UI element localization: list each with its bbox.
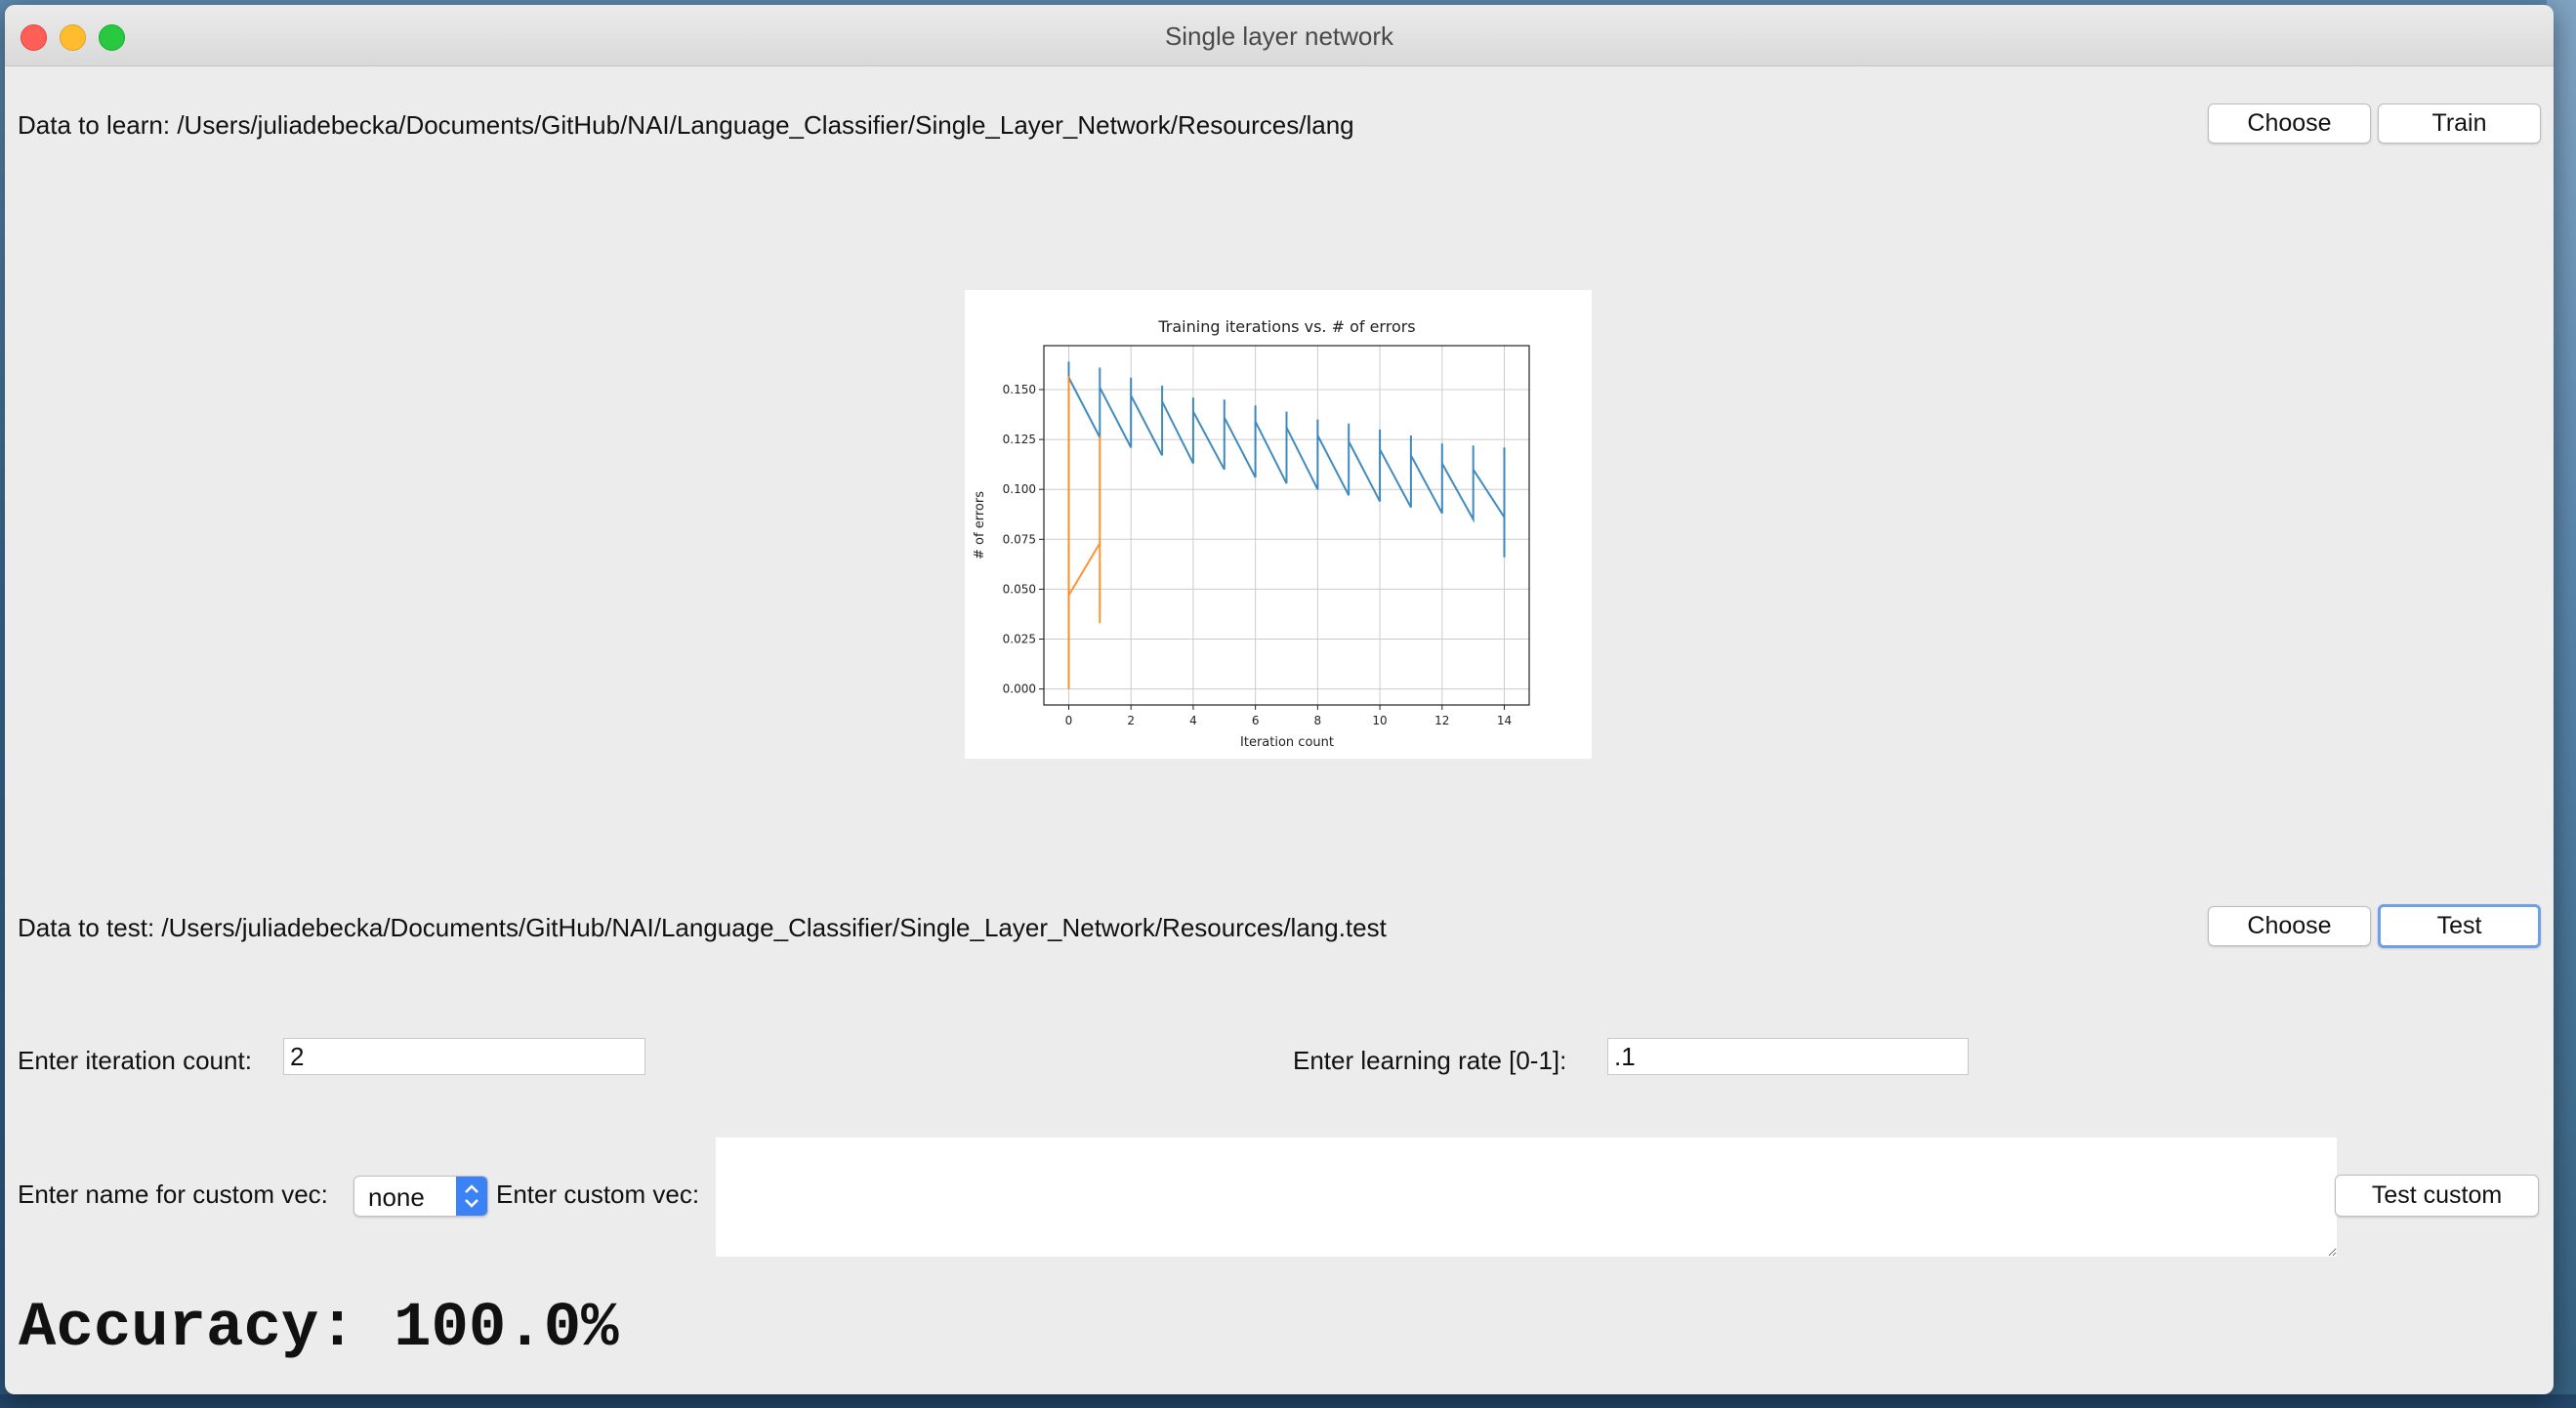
x-tick-label: 6 — [1252, 714, 1260, 727]
series-line-blue — [1067, 361, 1506, 558]
custom-vec-label: Enter custom vec: — [496, 1180, 700, 1209]
x-axis-label: Iteration count — [1240, 735, 1334, 750]
learn-data-path: /Users/juliadebecka/Documents/GitHub/NAI… — [177, 110, 1354, 140]
custom-vec-textarea[interactable] — [716, 1138, 2337, 1257]
learn-data-row: Data to learn: /Users/juliadebecka/Docum… — [18, 110, 1354, 141]
test-data-path: /Users/juliadebecka/Documents/GitHub/NAI… — [161, 913, 1387, 942]
x-tick-label: 12 — [1434, 714, 1449, 727]
test-custom-button[interactable]: Test custom — [2335, 1175, 2539, 1217]
y-tick-label: 0.075 — [1003, 532, 1036, 546]
errors-chart: Training iterations vs. # of errors 0 2 4 6… — [973, 317, 1530, 750]
dock-area — [0, 1394, 2576, 1408]
x-tick-label: 2 — [1127, 714, 1135, 727]
test-data-row: Data to test: /Users/juliadebecka/Docume… — [18, 913, 1387, 943]
custom-name-select[interactable]: none — [353, 1176, 488, 1217]
series-line-orange — [1067, 375, 1101, 689]
x-tick-label: 4 — [1189, 714, 1197, 727]
custom-name-label: Enter name for custom vec: — [18, 1180, 328, 1209]
x-tick-label: 0 — [1065, 714, 1073, 727]
learning-rate-input[interactable] — [1607, 1038, 1969, 1075]
iteration-count-input[interactable] — [283, 1038, 645, 1075]
choose-learn-button[interactable]: Choose — [2208, 104, 2371, 144]
chart-panel: Training iterations vs. # of errors 0 2 4 6… — [965, 290, 1592, 759]
chart-title: Training iterations vs. # of errors — [1157, 317, 1415, 336]
y-tick-label: 0.100 — [1003, 482, 1036, 496]
title-bar[interactable]: Single layer network — [5, 5, 2554, 66]
window-title: Single layer network — [1164, 21, 1394, 51]
train-button[interactable]: Train — [2378, 104, 2541, 144]
x-tick-label: 8 — [1314, 714, 1322, 727]
learn-data-label: Data to learn: — [18, 110, 171, 140]
updown-chevron-icon[interactable] — [456, 1177, 487, 1216]
test-data-label: Data to test: — [18, 913, 155, 942]
app-window: Single layer network Data to learn: /Use… — [5, 5, 2554, 1394]
chart-frame — [1043, 345, 1530, 706]
test-button[interactable]: Test — [2378, 904, 2541, 948]
learning-rate-label: Enter learning rate [0-1]: — [1293, 1046, 1567, 1075]
y-tick-label: 0.025 — [1003, 633, 1036, 646]
accuracy-text: Accuracy: 100.0% — [19, 1294, 619, 1364]
y-tick-label: 0.125 — [1003, 433, 1036, 446]
custom-name-value: none — [368, 1182, 425, 1212]
x-tick-label: 14 — [1497, 714, 1512, 727]
x-tick-label: 10 — [1372, 714, 1387, 727]
y-axis-label: # of errors — [973, 491, 987, 559]
y-tick-label: 0.000 — [1003, 683, 1036, 696]
iteration-count-label: Enter iteration count: — [18, 1046, 252, 1075]
y-tick-label: 0.050 — [1003, 582, 1036, 596]
y-tick-label: 0.150 — [1003, 383, 1036, 396]
choose-test-button[interactable]: Choose — [2208, 906, 2371, 946]
